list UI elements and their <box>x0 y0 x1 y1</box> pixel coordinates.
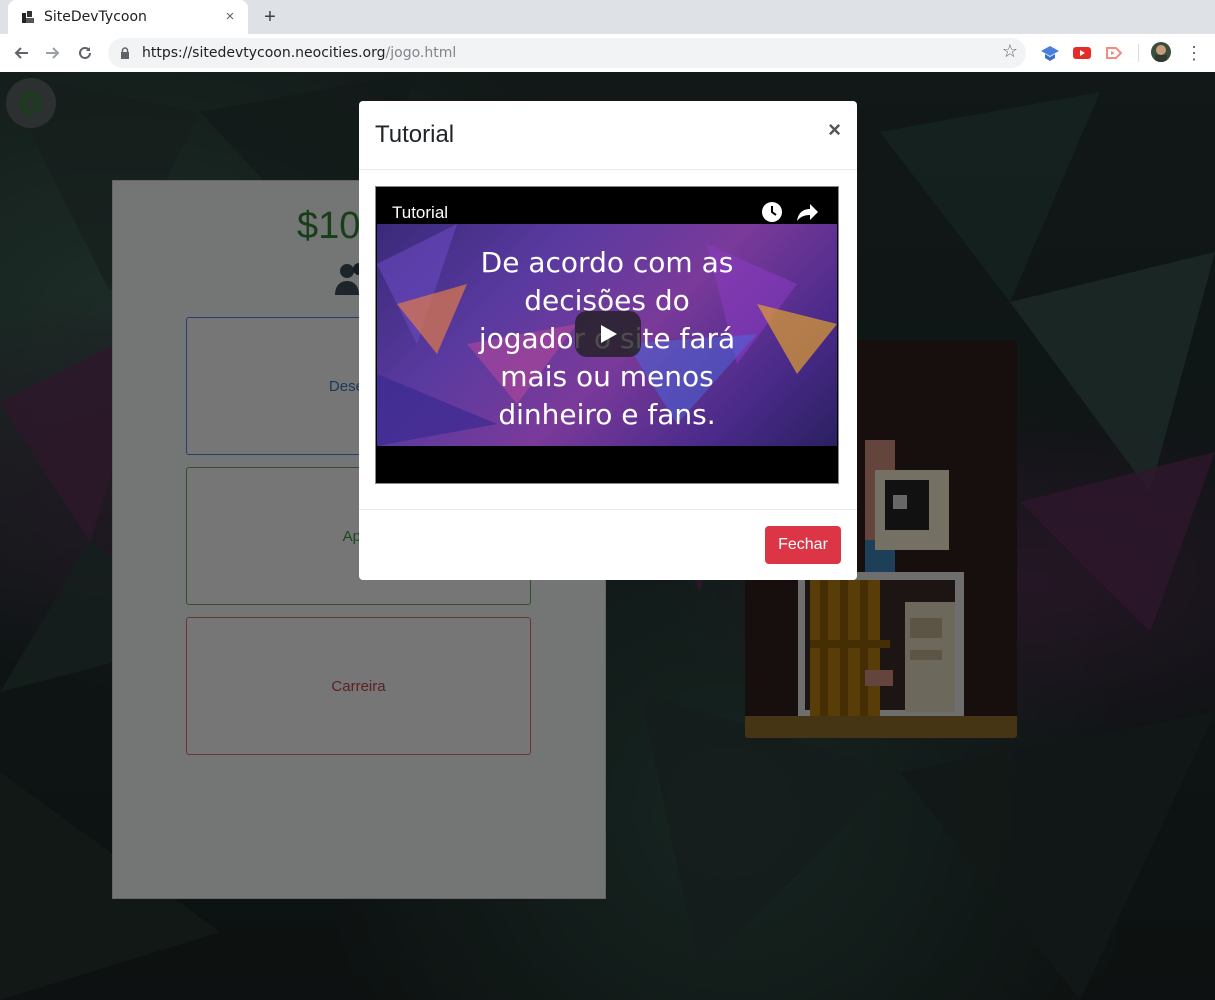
tab-title: SiteDevTycoon <box>44 9 147 25</box>
url-text: https://sitedevtycoon.neocities.org/jogo… <box>142 45 457 61</box>
tab-close-icon[interactable]: × <box>220 7 240 27</box>
video-title[interactable]: Tutorial <box>392 203 448 223</box>
extension-graduation-cap-icon[interactable] <box>1040 43 1060 63</box>
browser-toolbar: https://sitedevtycoon.neocities.org/jogo… <box>0 34 1215 73</box>
reload-button[interactable] <box>72 40 98 66</box>
modal-footer-divider <box>359 509 857 510</box>
extension-cast-icon[interactable] <box>1104 43 1124 63</box>
browser-menu-icon[interactable]: ⋮ <box>1184 40 1204 66</box>
play-button[interactable] <box>575 311 641 357</box>
extension-youtube-icon[interactable] <box>1072 43 1092 63</box>
caption-line: dinheiro e fans. <box>498 398 716 431</box>
address-bar[interactable]: https://sitedevtycoon.neocities.org/jogo… <box>108 38 1026 68</box>
profile-avatar[interactable] <box>1151 42 1171 62</box>
caption-line: mais ou menos <box>500 360 714 393</box>
forward-button[interactable] <box>40 40 66 66</box>
close-button[interactable]: Fechar <box>765 526 841 564</box>
play-icon <box>601 325 617 343</box>
forward-arrow-icon <box>46 47 60 59</box>
toolbar-separator <box>1138 44 1139 62</box>
modal-close-icon[interactable]: × <box>828 117 841 143</box>
avatar-face-icon <box>1155 45 1167 62</box>
browser-tab-strip: SiteDevTycoon × + <box>0 0 1215 34</box>
back-button[interactable] <box>8 40 34 66</box>
caption-line: De acordo com as <box>480 246 734 279</box>
modal-title: Tutorial <box>375 121 455 148</box>
share-arrow-icon[interactable] <box>796 201 820 223</box>
browser-tab[interactable]: SiteDevTycoon × <box>8 0 248 34</box>
site-favicon-icon <box>22 11 34 23</box>
modal-header-divider <box>359 169 857 170</box>
bookmark-star-icon[interactable]: ☆ <box>1002 41 1018 62</box>
reload-icon <box>79 46 91 59</box>
tutorial-video-player[interactable]: Tutorial De acordo com as decisões do jo… <box>375 186 839 484</box>
watch-later-clock-icon[interactable] <box>761 201 783 223</box>
new-tab-button[interactable]: + <box>258 5 282 29</box>
lock-icon <box>121 47 129 59</box>
tutorial-modal: Tutorial × Tutorial De acordo com as dec… <box>359 101 857 580</box>
back-arrow-icon <box>14 47 28 59</box>
